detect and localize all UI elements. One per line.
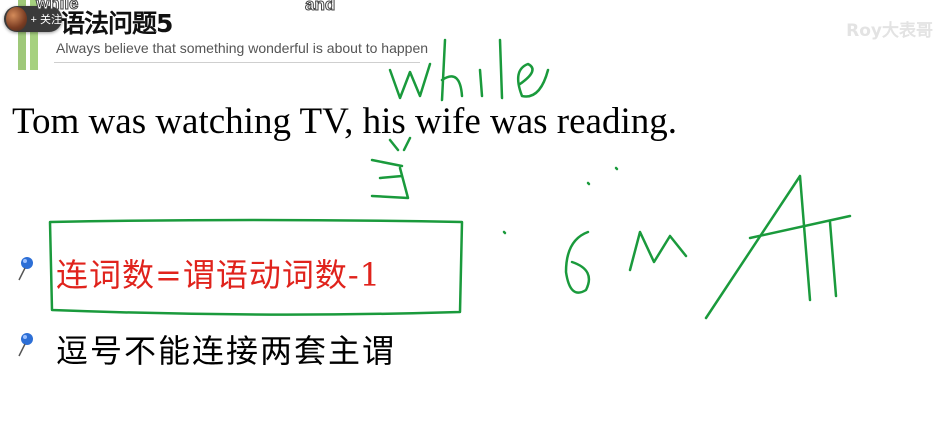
ink-while bbox=[388, 62, 432, 100]
example-sentence: Tom was watching TV, his wife was readin… bbox=[12, 101, 678, 142]
ink-dot bbox=[614, 166, 619, 171]
ink-while bbox=[478, 68, 484, 98]
slide-subtitle: Always believe that something wonderful … bbox=[56, 40, 429, 56]
ink-A-bar bbox=[748, 214, 852, 240]
ink-while bbox=[498, 38, 504, 100]
ink-dot bbox=[502, 230, 507, 235]
divider bbox=[54, 62, 420, 63]
ink-while bbox=[440, 38, 464, 102]
overlay-word-while: while bbox=[36, 0, 80, 14]
ink-dang bbox=[370, 136, 412, 200]
ink-line bbox=[828, 220, 838, 298]
ink-6 bbox=[564, 230, 591, 294]
bullet-rule-2: 逗号不能连接两套主谓 bbox=[56, 332, 397, 370]
avatar bbox=[6, 7, 27, 31]
overlay-word-and: and bbox=[304, 0, 336, 15]
ink-A bbox=[704, 174, 812, 320]
pushpin-icon bbox=[18, 257, 33, 281]
ink-while bbox=[516, 62, 550, 98]
pushpin-icon bbox=[18, 333, 33, 357]
watermark: Roy大表哥 bbox=[846, 21, 933, 41]
ink-n bbox=[628, 230, 688, 272]
bullet-rule-1: 连词数=谓语动词数-1 bbox=[56, 256, 381, 294]
ink-dot bbox=[586, 181, 591, 186]
